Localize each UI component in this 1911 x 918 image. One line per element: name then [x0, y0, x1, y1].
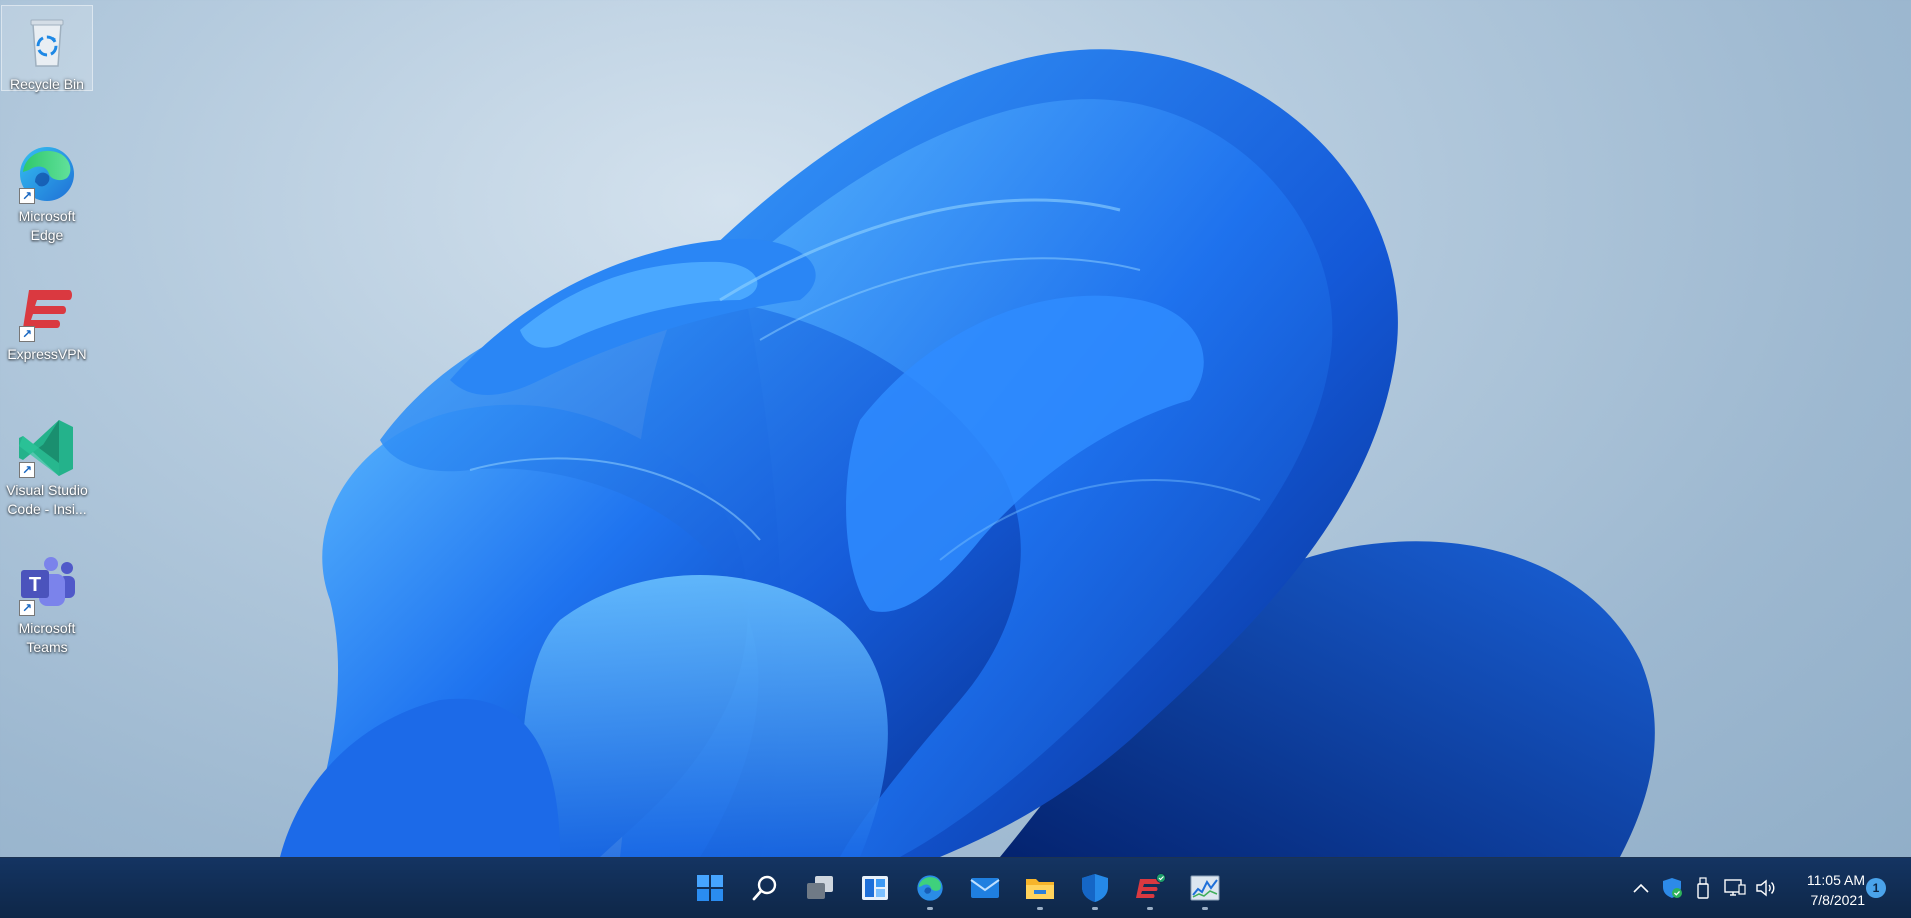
- shortcut-arrow-icon: ↗: [19, 600, 35, 616]
- taskbar: 11:05 AM 7/8/2021 1: [0, 857, 1911, 918]
- start-icon: [697, 875, 723, 901]
- running-indicator: [1037, 907, 1043, 910]
- taskbar-widgets-button[interactable]: [851, 864, 899, 912]
- tray-show-hidden-icons-button[interactable]: [1627, 872, 1655, 904]
- taskbar-start-button[interactable]: [686, 864, 734, 912]
- desktop-icon-label: Recycle Bin: [10, 76, 84, 92]
- running-indicator: [1202, 907, 1208, 910]
- chevron-up-icon: [1633, 883, 1649, 893]
- volume-icon: [1756, 879, 1775, 897]
- edge-icon: ↗: [15, 142, 79, 206]
- search-icon: [752, 875, 777, 901]
- running-indicator: [1147, 907, 1153, 910]
- tray-clock[interactable]: 11:05 AM 7/8/2021: [1790, 870, 1865, 910]
- expressvpn-icon: ↗: [15, 280, 79, 344]
- task-view-icon: [807, 876, 833, 899]
- tray-usb-button[interactable]: [1689, 872, 1717, 904]
- vscode-insiders-icon: ↗: [15, 416, 79, 480]
- desktop-icon-vscode-insiders[interactable]: ↗ Visual Studio Code - Insi...: [2, 412, 92, 519]
- resource-monitor-icon: [1190, 875, 1220, 901]
- usb-drive-icon: [1697, 877, 1709, 899]
- taskbar-task-view-button[interactable]: [796, 864, 844, 912]
- shortcut-arrow-icon: ↗: [19, 188, 35, 204]
- taskbar-resource-monitor-button[interactable]: [1181, 864, 1229, 912]
- desktop-icon-label: Microsoft Edge: [18, 208, 76, 243]
- taskbar-expressvpn-button[interactable]: [1126, 864, 1174, 912]
- widgets-icon: [862, 876, 888, 900]
- expressvpn-icon: [1136, 873, 1166, 898]
- desktop-icon-expressvpn[interactable]: ↗ ExpressVPN: [2, 276, 92, 364]
- desktop-icon-recycle-bin[interactable]: Recycle Bin: [1, 5, 93, 92]
- tray-volume-button[interactable]: [1752, 872, 1780, 904]
- network-icon: [1724, 879, 1746, 896]
- desktop-icon-microsoft-teams[interactable]: T ↗ Microsoft Teams: [2, 550, 92, 657]
- edge-icon: [917, 875, 943, 901]
- svg-text:T: T: [29, 574, 41, 596]
- clock-date: 7/8/2021: [1810, 892, 1866, 908]
- desktop-icon-microsoft-edge[interactable]: ↗ Microsoft Edge: [2, 138, 92, 245]
- notification-badge[interactable]: 1: [1866, 878, 1886, 898]
- desktop-wallpaper: [280, 49, 1655, 857]
- file-explorer-icon: [1026, 879, 1054, 899]
- desktop-icon-label: Microsoft Teams: [18, 620, 76, 655]
- recycle-bin-icon: [15, 10, 79, 74]
- tray-security-button[interactable]: [1658, 872, 1686, 904]
- shortcut-arrow-icon: ↗: [19, 462, 35, 478]
- teams-icon: T ↗: [15, 554, 79, 618]
- taskbar-file-explorer-button[interactable]: [1016, 864, 1064, 912]
- taskbar-search-button[interactable]: [741, 864, 789, 912]
- taskbar-edge-button[interactable]: [906, 864, 954, 912]
- mail-icon: [970, 878, 1000, 898]
- running-indicator: [1092, 907, 1098, 910]
- clock-time: 11:05 AM: [1806, 872, 1865, 888]
- tray-network-button[interactable]: [1721, 872, 1749, 904]
- taskbar-mail-button[interactable]: [961, 864, 1009, 912]
- shortcut-arrow-icon: ↗: [19, 326, 35, 342]
- security-shield-icon: [1663, 878, 1682, 898]
- taskbar-windows-security-button[interactable]: [1071, 864, 1119, 912]
- desktop-icon-label: ExpressVPN: [7, 346, 87, 362]
- desktop-icon-label: Visual Studio Code - Insi...: [6, 482, 88, 517]
- running-indicator: [927, 907, 933, 910]
- windows-security-icon: [1082, 874, 1108, 902]
